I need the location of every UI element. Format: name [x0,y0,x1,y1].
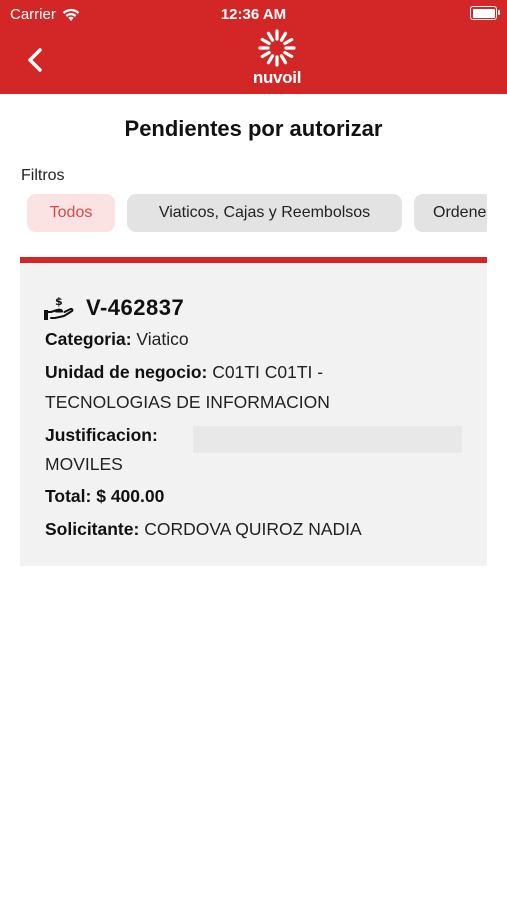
hand-money-icon: $ [44,295,74,320]
unidad-value-line1: C01TI C01TI - [212,362,324,382]
categoria-row: Categoria: Viatico [45,329,189,350]
status-time: 12:36 AM [220,6,287,23]
back-chevron-icon[interactable] [22,44,48,76]
brand-name: nuvoil [252,68,302,87]
app-header: Carrier 12:36 AM nuvoil [0,0,507,94]
battery-icon [470,6,500,20]
status-bar: Carrier 12:36 AM [0,0,507,28]
solicitante-value: CORDOVA QUIROZ NADIA [144,519,362,539]
svg-text:$: $ [55,295,63,308]
categoria-label: Categoria: [45,329,132,349]
total-value: $ 400.00 [96,486,165,506]
request-code-row: $ V-462837 [44,295,184,321]
total-label: Total: [45,486,92,506]
request-code: V-462837 [86,295,185,320]
sun-logo-icon [258,29,296,67]
justificacion-label: Justificacion: [45,425,158,445]
filters-label: Filtros [21,167,65,184]
justificacion-row: Justificacion: [45,425,158,446]
solicitante-label: Solicitante: [45,519,140,539]
unidad-label: Unidad de negocio: [45,362,208,382]
justificacion-redacted-text [193,426,462,453]
filter-chip-viaticos[interactable]: Viaticos, Cajas y Reembolsos [127,194,402,232]
justificacion-value-line2: MOVILES [45,454,123,474]
filter-chip-todos[interactable]: Todos [27,194,115,232]
unidad-row: Unidad de negocio: C01TI C01TI - [45,362,323,383]
filter-chips: Todos Viaticos, Cajas y Reembolsos Orden… [27,194,487,234]
unidad-value-line2: TECNOLOGIAS DE INFORMACION [45,392,330,412]
nuvoil-logo: nuvoil [240,28,320,90]
total-row: Total: $ 400.00 [45,486,164,507]
solicitante-row: Solicitante: CORDOVA QUIROZ NADIA [45,519,362,540]
page-title: Pendientes por autorizar [124,116,383,141]
categoria-value: Viatico [136,329,189,349]
filter-chip-ordenes[interactable]: Ordenes [414,194,487,232]
request-card[interactable]: $ V-462837 Categoria: Viatico Unidad de … [20,257,487,566]
